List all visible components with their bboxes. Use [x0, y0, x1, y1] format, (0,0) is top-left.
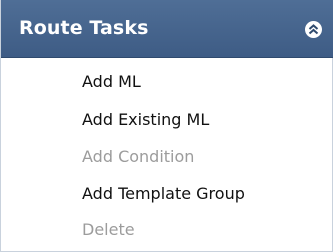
add-ml-link[interactable]: Add ML: [82, 72, 141, 92]
collapse-button[interactable]: [305, 21, 322, 38]
add-template-group-link[interactable]: Add Template Group: [82, 184, 245, 204]
route-tasks-panel: Route Tasks Add ML Add Existing ML Add C…: [0, 0, 333, 252]
delete-link: Delete: [82, 220, 135, 239]
panel-title: Route Tasks: [19, 17, 149, 39]
double-chevron-up-icon: [308, 24, 319, 35]
panel-header: Route Tasks: [1, 0, 333, 58]
add-existing-ml-link[interactable]: Add Existing ML: [82, 110, 209, 130]
add-condition-link: Add Condition: [82, 147, 195, 166]
